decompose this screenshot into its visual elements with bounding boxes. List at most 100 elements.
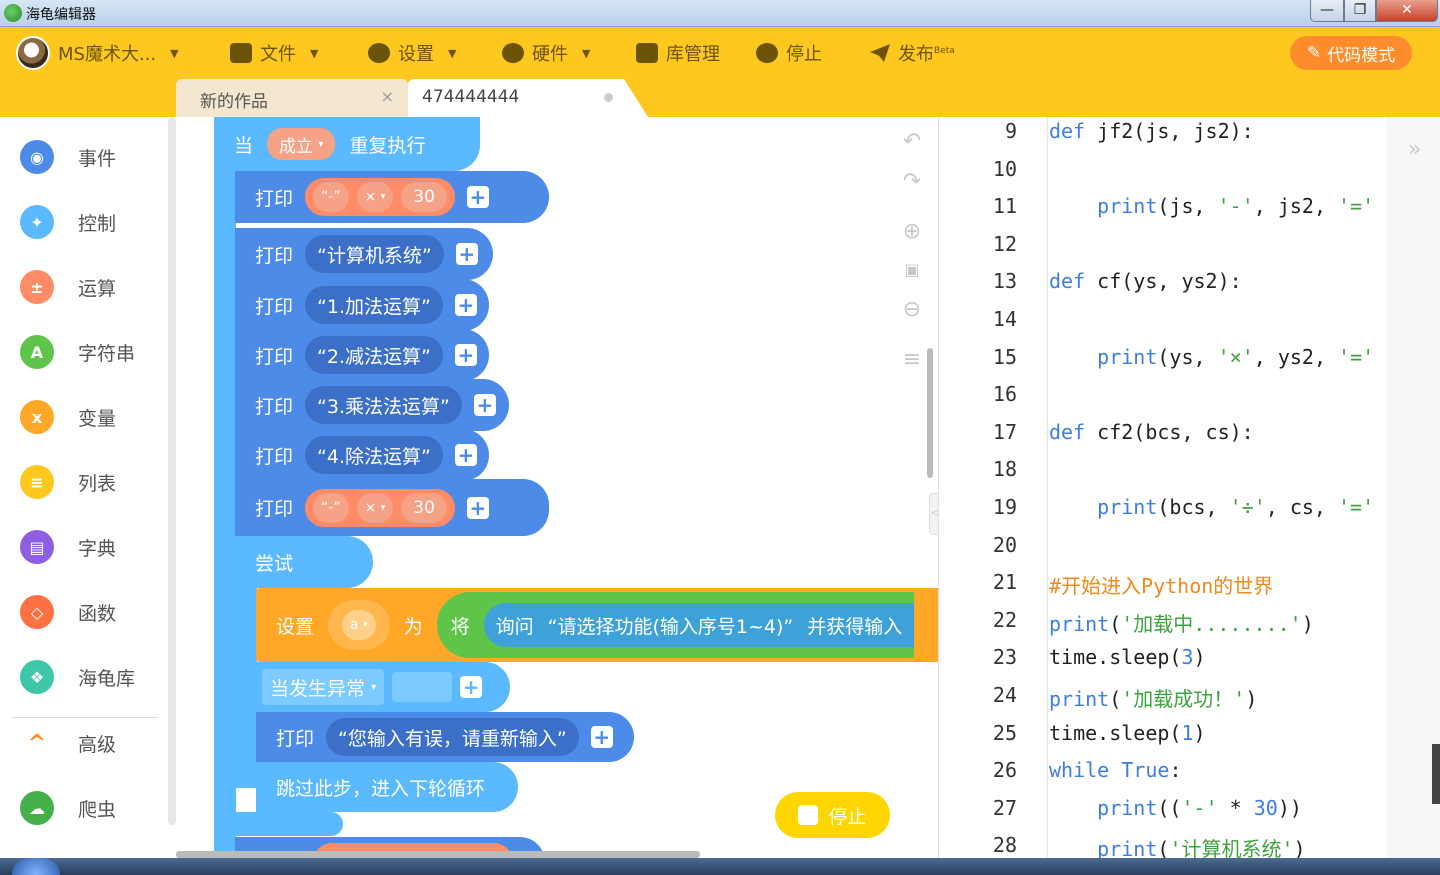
workspace-vertical-scrollbar[interactable]: [927, 348, 933, 478]
string-literal[interactable]: “1.加法运算”: [305, 286, 443, 324]
undo-icon[interactable]: ↶: [900, 130, 924, 154]
category-crawler[interactable]: ☁ 爬虫: [20, 788, 116, 828]
except-block[interactable]: 当发生异常 ▾ +: [256, 662, 510, 712]
maximize-button[interactable]: ❐: [1344, 0, 1376, 22]
close-window-button[interactable]: ✕: [1376, 0, 1438, 22]
set-variable-block[interactable]: 设置 a ▾ 为 将 询问 “请选择功能(输入序号1~4)” 并获得输入: [256, 588, 938, 662]
multiply-block[interactable]: “-” × ▾ 30: [305, 178, 455, 216]
start-button-icon[interactable]: [12, 858, 60, 875]
line-number: 14: [992, 307, 1017, 331]
operator-dropdown[interactable]: × ▾: [356, 492, 394, 523]
add-arg-button[interactable]: +: [454, 344, 477, 366]
code-line[interactable]: def jf2(js, js2):: [1049, 119, 1254, 143]
zoom-out-icon[interactable]: ⊖: [900, 298, 924, 322]
category-operators[interactable]: ± 运算: [20, 267, 116, 307]
string-literal[interactable]: “您输入有误，请重新输入”: [326, 718, 579, 756]
minimize-button[interactable]: —: [1310, 0, 1344, 22]
string-literal[interactable]: “2.减法运算”: [305, 336, 443, 374]
user-menu[interactable]: MS魔术大... ▼: [16, 27, 179, 79]
continue-block[interactable]: 跳过此步，进入下轮循环: [256, 762, 518, 812]
print-block[interactable]: 打印 “1.加法运算” +: [235, 279, 489, 331]
number-chip[interactable]: 30: [401, 492, 447, 523]
edge-scroll-indicator[interactable]: [1432, 744, 1440, 804]
code-mode-button[interactable]: ✎ 代码模式: [1290, 36, 1412, 70]
reset-zoom-icon[interactable]: ▣: [900, 258, 924, 282]
category-events[interactable]: ◉ 事件: [20, 137, 116, 177]
stop-run-button[interactable]: 停止: [775, 792, 890, 838]
variable-slot[interactable]: a ▾: [328, 600, 390, 650]
tab-active-project[interactable]: 474444444: [408, 79, 648, 117]
exception-type-dropdown[interactable]: 当发生异常 ▾: [262, 669, 385, 705]
add-arg-button[interactable]: +: [454, 294, 477, 316]
while-loop-block[interactable]: 当 成立 ▾ 重复执行: [214, 117, 480, 171]
code-line[interactable]: time.sleep(3): [1049, 645, 1206, 669]
code-line[interactable]: def cf(ys, ys2):: [1049, 269, 1242, 293]
multiply-block[interactable]: “-” × ▾ 30: [305, 488, 455, 527]
add-arg-button[interactable]: +: [455, 243, 478, 265]
code-line[interactable]: def cf2(bcs, cs):: [1049, 420, 1254, 444]
category-lists[interactable]: ≡ 列表: [20, 462, 116, 502]
gutter-divider: [1047, 117, 1048, 875]
code-line[interactable]: #开始进入Python的世界: [1049, 570, 1273, 599]
add-exception-button[interactable]: +: [460, 676, 483, 698]
publish-button[interactable]: 发布Beta: [870, 27, 955, 79]
code-line[interactable]: print(('-' * 30)): [1049, 796, 1302, 820]
operator-dropdown[interactable]: × ▾: [356, 182, 394, 212]
try-block[interactable]: 尝试: [235, 536, 373, 588]
exception-slot[interactable]: [392, 672, 453, 702]
close-tab-icon[interactable]: ×: [381, 87, 394, 106]
sidebar-scrollbar[interactable]: [168, 117, 176, 825]
string-literal[interactable]: “4.除法运算”: [305, 436, 443, 474]
code-line[interactable]: print('加载成功！'): [1049, 683, 1257, 712]
settings-menu[interactable]: 设置 ▼: [368, 27, 456, 79]
category-advanced[interactable]: ^ 高级: [20, 723, 116, 763]
add-arg-button[interactable]: +: [454, 444, 477, 466]
code-line[interactable]: print(bcs, '÷', cs, '=': [1049, 495, 1374, 519]
code-line[interactable]: print(ys, '×', ys2, '=': [1049, 345, 1374, 369]
redo-icon[interactable]: ↷: [900, 170, 924, 194]
category-dictionary[interactable]: ▤ 字典: [20, 527, 116, 567]
code-line[interactable]: print('加载中........'): [1049, 608, 1314, 637]
string-literal[interactable]: “3.乘法法运算”: [305, 386, 462, 424]
category-control[interactable]: ✦ 控制: [20, 202, 116, 242]
code-line[interactable]: time.sleep(1): [1049, 721, 1206, 745]
add-arg-button[interactable]: +: [473, 394, 496, 416]
zoom-in-icon[interactable]: ⊕: [900, 220, 924, 244]
collapse-panel-icon[interactable]: »: [1408, 137, 1421, 162]
category-strings[interactable]: A 字符串: [20, 332, 135, 372]
number-chip[interactable]: 30: [401, 182, 447, 212]
library-button[interactable]: 库管理: [636, 27, 720, 79]
print-block[interactable]: 打印 “3.乘法法运算” +: [235, 379, 509, 431]
category-variables[interactable]: x 变量: [20, 397, 116, 437]
file-menu[interactable]: 文件 ▼: [230, 27, 318, 79]
add-arg-button[interactable]: +: [466, 496, 489, 519]
print-block[interactable]: 打印 “-” × ▾ 30 +: [235, 479, 549, 536]
convert-block[interactable]: 将 询问 “请选择功能(输入序号1~4)” 并获得输入: [436, 592, 915, 658]
string-literal[interactable]: “计算机系统”: [305, 235, 444, 273]
code-line[interactable]: while True:: [1049, 758, 1181, 782]
print-block[interactable]: 打印 “计算机系统” +: [235, 228, 493, 280]
category-functions[interactable]: ◇ 函数: [20, 592, 116, 632]
condition-dropdown[interactable]: 成立 ▾: [267, 128, 336, 160]
ask-input-block[interactable]: 询问 “请选择功能(输入序号1~4)” 并获得输入: [483, 603, 915, 647]
prompt-string[interactable]: “请选择功能(输入序号1~4)”: [548, 612, 794, 639]
category-turtle[interactable]: ❖ 海龟库: [20, 657, 135, 697]
string-chip[interactable]: “-”: [313, 492, 349, 523]
add-arg-button[interactable]: +: [466, 186, 489, 208]
python-code-panel[interactable]: 9 10 11 12 13 14 15 16 17 18 19 20 21 22 23 24 25 26 27 28 …: [938, 117, 1440, 875]
block-workspace[interactable]: 当 成立 ▾ 重复执行 打印 “-” × ▾ 30 + 打印 “计算机系统” +…: [176, 117, 938, 875]
add-arg-button[interactable]: +: [590, 726, 613, 748]
tab-new-work[interactable]: 新的作品 ×: [176, 79, 408, 117]
print-block[interactable]: 打印 “2.减法运算” +: [235, 329, 489, 381]
variable-dropdown[interactable]: a ▾: [342, 610, 376, 640]
hardware-menu[interactable]: 硬件 ▼: [502, 27, 590, 79]
stop-toolbar-button[interactable]: 停止: [756, 27, 822, 79]
workspace-horizontal-scrollbar[interactable]: [176, 851, 700, 858]
cleanup-icon[interactable]: ≡: [900, 348, 924, 372]
print-error-block[interactable]: 打印 “您输入有误，请重新输入” +: [256, 712, 634, 762]
avatar: [16, 36, 50, 70]
print-block[interactable]: 打印 “4.除法运算” +: [235, 429, 489, 481]
print-block[interactable]: 打印 “-” × ▾ 30 +: [235, 171, 549, 223]
string-chip[interactable]: “-”: [313, 182, 349, 212]
code-line[interactable]: print(js, '-', js2, '=': [1049, 194, 1374, 218]
